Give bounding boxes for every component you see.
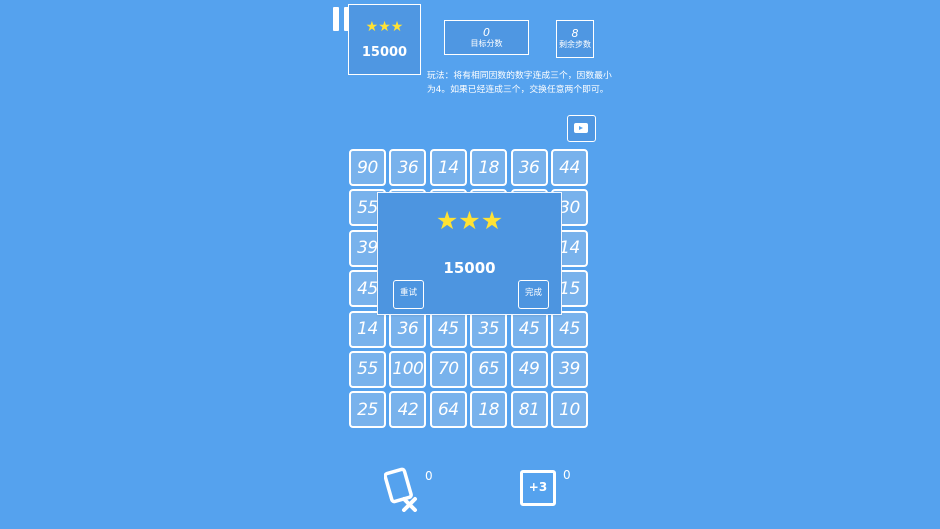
grid-tile[interactable]: 14 bbox=[349, 310, 386, 348]
grid-tile[interactable]: 49 bbox=[510, 350, 548, 388]
grid-tile[interactable]: 90 bbox=[349, 149, 386, 186]
grid-tile[interactable]: 45 bbox=[429, 310, 467, 348]
result-popup: ★★★ 15000 重试 完成 bbox=[377, 192, 562, 315]
grid-tile[interactable]: 35 bbox=[470, 310, 508, 348]
plus-three-steps-tool[interactable]: +3 bbox=[519, 467, 559, 509]
grid-tile[interactable]: 10 bbox=[550, 391, 588, 429]
score-card: ★★★ 15000 bbox=[348, 4, 421, 75]
grid-tile[interactable]: 65 bbox=[470, 350, 508, 388]
grid-tile[interactable]: 64 bbox=[429, 391, 467, 429]
remaining-steps-label: 剩余步数 bbox=[559, 40, 591, 49]
retry-button[interactable]: 重试 bbox=[393, 280, 424, 309]
grid-tile[interactable]: 39 bbox=[550, 350, 588, 388]
grid-tile[interactable]: 81 bbox=[510, 391, 548, 429]
grid-tile[interactable]: 25 bbox=[349, 391, 386, 429]
target-score-value: 0 bbox=[483, 26, 490, 39]
rules-text: 玩法：将有相同因数的数字连成三个，因数最小为4。如果已经连成三个，交换任意两个即… bbox=[427, 71, 612, 95]
grid-tile[interactable]: 70 bbox=[429, 350, 467, 388]
plus-three-count: 0 bbox=[563, 468, 571, 482]
grid-tile[interactable]: 42 bbox=[389, 391, 427, 429]
grid-tile[interactable]: 18 bbox=[470, 149, 508, 186]
grid-tile[interactable]: 55 bbox=[349, 350, 386, 388]
score-stars: ★★★ bbox=[365, 19, 404, 35]
card-remove-icon bbox=[383, 467, 417, 512]
remove-tile-count: 0 bbox=[425, 469, 433, 483]
grid-tile[interactable]: 100 bbox=[389, 350, 427, 388]
grid-tile[interactable]: 45 bbox=[550, 310, 588, 348]
grid-tile[interactable]: 36 bbox=[510, 149, 548, 186]
target-score-box: 0 目标分数 bbox=[444, 20, 529, 55]
pause-icon-bar-left bbox=[333, 7, 339, 31]
remove-tile-tool[interactable] bbox=[383, 466, 426, 512]
grid-tile[interactable]: 18 bbox=[470, 391, 508, 429]
grid-tile[interactable]: 44 bbox=[550, 149, 588, 186]
plus-three-label: +3 bbox=[520, 470, 556, 506]
grid-tile[interactable]: 45 bbox=[510, 310, 548, 348]
grid-tile[interactable]: 36 bbox=[389, 149, 427, 186]
current-score: 15000 bbox=[361, 45, 408, 60]
remaining-steps-value: 8 bbox=[571, 27, 579, 40]
play-icon bbox=[579, 125, 583, 130]
grid-tile[interactable]: 14 bbox=[429, 149, 467, 186]
done-button[interactable]: 完成 bbox=[518, 280, 549, 309]
target-score-label: 目标分数 bbox=[470, 39, 503, 48]
result-score: 15000 bbox=[443, 259, 496, 277]
grid-tile[interactable]: 36 bbox=[389, 310, 427, 348]
result-stars: ★★★ bbox=[435, 206, 504, 235]
remaining-steps-box: 8 剩余步数 bbox=[556, 20, 594, 58]
video-button[interactable] bbox=[567, 115, 596, 142]
